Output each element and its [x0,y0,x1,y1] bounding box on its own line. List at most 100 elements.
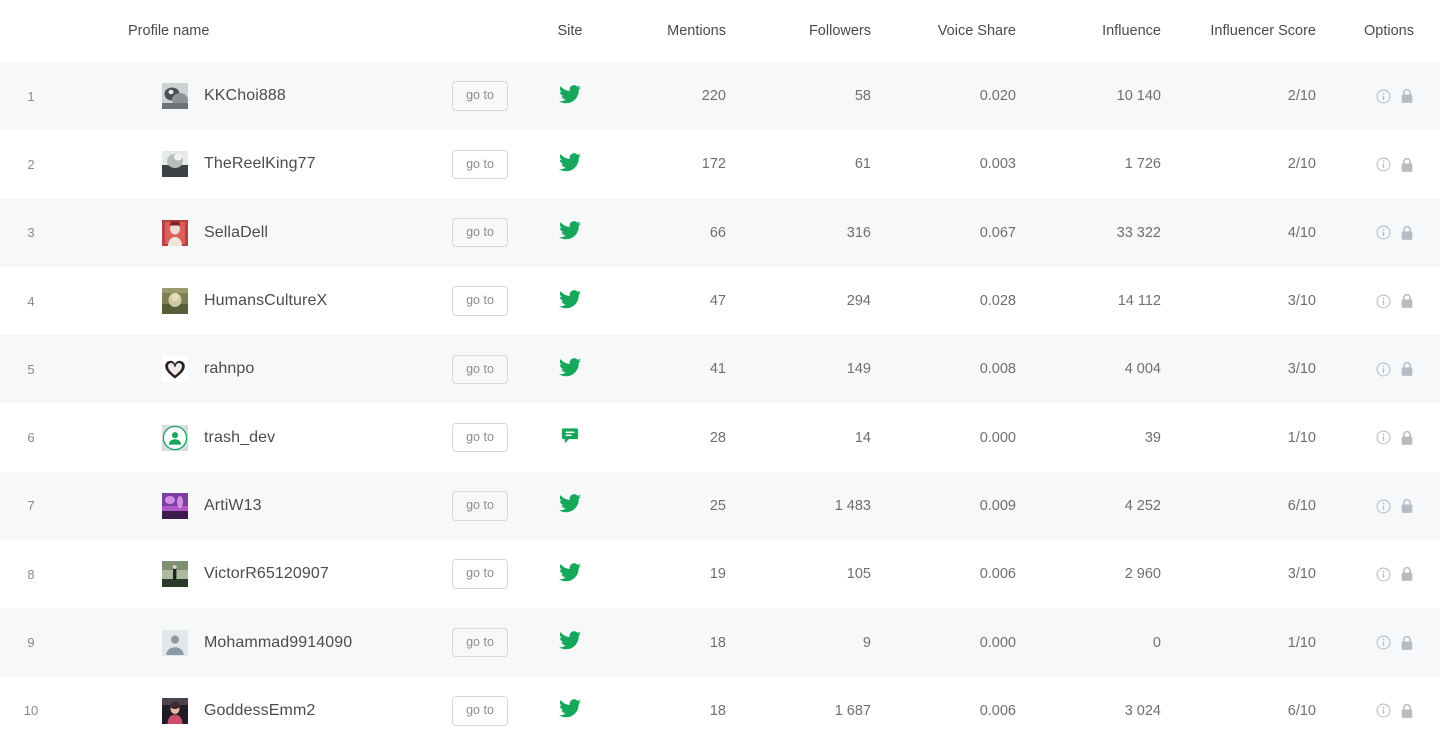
lock-icon[interactable] [1400,635,1414,651]
lock-icon[interactable] [1400,88,1414,104]
info-icon[interactable] [1376,499,1391,514]
table-row[interactable]: 4 HumansCultureX go to 47 294 0.028 14 112 3/10 [0,266,1440,336]
column-header-profile[interactable]: Profile name [62,0,430,62]
go-to-button[interactable]: go to [452,149,508,180]
column-header-site[interactable]: Site [530,0,620,62]
table-row[interactable]: 1 KKChoi888 go to 220 58 0.020 10 140 2/10 [0,62,1440,131]
avatar [162,83,188,110]
influencer-score-value: 1/10 [1287,429,1316,446]
info-icon[interactable] [1376,430,1391,445]
options-cell [1340,677,1440,745]
twitter-icon [559,494,581,513]
profile-name[interactable]: VictorR65120907 [204,565,329,583]
go-to-button[interactable]: go to [452,217,508,248]
goto-cell: go to [430,267,530,335]
site-cell [530,267,620,335]
goto-cell: go to [430,677,530,745]
go-to-button[interactable]: go to [452,286,508,316]
lock-icon[interactable] [1400,157,1414,173]
profile-name[interactable]: GoddessEmm2 [204,702,315,720]
influencers-table: Profile name Site Mentions Followers Voi… [0,0,1440,745]
profile-cell[interactable]: GoddessEmm2 [62,677,430,745]
lock-icon[interactable] [1400,361,1414,377]
goto-cell: go to [430,335,530,403]
profile-cell[interactable]: rahnpo [62,335,430,403]
column-header-influence[interactable]: Influence [1040,0,1185,62]
options-cell [1340,199,1440,267]
profile-cell[interactable]: ArtiW13 [62,472,430,540]
lock-icon[interactable] [1400,703,1414,719]
twitter-icon [559,84,581,104]
table-row[interactable]: 10 GoddessEmm2 go to 18 1 687 0.006 3 024 6/10 [0,676,1440,745]
table-body: 1 KKChoi888 go to 220 58 0.020 10 140 2/10 2 TheR… [0,62,1440,745]
twitter-icon [559,153,581,172]
lock-icon[interactable] [1400,430,1414,446]
table-row[interactable]: 5 rahnpo go to 41 149 0.008 4 004 3/10 [0,335,1440,404]
profile-name[interactable]: trash_dev [204,429,275,447]
row-rank: 7 [27,498,35,514]
info-icon[interactable] [1376,703,1391,718]
lock-icon[interactable] [1400,498,1414,514]
mentions-value: 47 [709,293,726,310]
row-rank: 9 [27,635,35,651]
column-header-followers[interactable]: Followers [750,0,895,62]
table-row[interactable]: 6 trash_dev go to 28 14 0.000 39 1/10 [0,403,1440,472]
go-to-button[interactable]: go to [452,696,508,726]
influencer-score-value: 1/10 [1287,634,1316,651]
profile-name[interactable]: KKChoi888 [204,87,286,105]
options-cell [1340,608,1440,676]
voice-share-value: 0.000 [979,634,1016,651]
profile-name[interactable]: HumansCultureX [204,292,327,310]
profile-name[interactable]: ArtiW13 [204,497,262,515]
profile-cell[interactable]: VictorR65120907 [62,540,430,608]
twitter-icon [559,562,581,582]
lock-icon[interactable] [1400,566,1414,582]
info-icon[interactable] [1376,294,1391,309]
table-row[interactable]: 7 ArtiW13 go to 25 1 483 0.009 4 252 6/10 [0,471,1440,541]
profile-name[interactable]: Mohammad9914090 [204,634,352,652]
lock-icon[interactable] [1400,225,1414,241]
info-icon[interactable] [1376,635,1391,650]
mentions-value: 18 [709,634,726,651]
profile-name[interactable]: SellaDell [204,224,268,242]
table-row[interactable]: 9 Mohammad9914090 go to 18 9 0.000 0 1/10 [0,608,1440,677]
profile-cell[interactable]: SellaDell [62,199,430,267]
influence-value: 4 252 [1124,497,1161,514]
go-to-button[interactable]: go to [452,491,508,521]
profile-name[interactable]: rahnpo [204,360,254,378]
influencer-score-value: 3/10 [1287,293,1316,310]
column-header-options: Options [1340,0,1440,62]
table-row[interactable]: 3 SellaDell go to 66 316 0.067 33 322 4/10 [0,198,1440,267]
info-icon[interactable] [1376,567,1391,582]
info-icon[interactable] [1376,157,1391,172]
influencer-score-value: 2/10 [1287,156,1316,173]
goto-cell: go to [430,540,530,608]
column-header-mentions[interactable]: Mentions [620,0,750,62]
site-cell [530,199,620,267]
info-icon[interactable] [1376,225,1391,240]
profile-cell[interactable]: HumansCultureX [62,267,430,335]
go-to-button[interactable]: go to [452,354,508,385]
mentions-value: 41 [709,361,726,378]
site-cell [530,540,620,608]
profile-cell[interactable]: TheReelKing77 [62,130,430,198]
options-cell [1340,267,1440,335]
lock-icon[interactable] [1400,293,1414,309]
info-icon[interactable] [1376,89,1391,104]
go-to-button[interactable]: go to [452,422,508,453]
column-header-influencer-score[interactable]: Influencer Score [1185,0,1340,62]
forum-icon [561,427,579,445]
options-cell [1340,403,1440,471]
profile-cell[interactable]: KKChoi888 [62,62,430,130]
go-to-button[interactable]: go to [452,559,508,589]
profile-cell[interactable]: Mohammad9914090 [62,608,430,676]
table-row[interactable]: 2 TheReelKing77 go to 172 61 0.003 1 726 2/10 [0,130,1440,199]
profile-cell[interactable]: trash_dev [62,403,430,471]
go-to-button[interactable]: go to [452,627,508,658]
go-to-button[interactable]: go to [452,81,508,111]
column-header-voice-share[interactable]: Voice Share [895,0,1040,62]
table-row[interactable]: 8 VictorR65120907 go to 19 105 0.006 2 960 3/10 [0,540,1440,609]
profile-name[interactable]: TheReelKing77 [204,155,316,173]
avatar [162,424,188,451]
info-icon[interactable] [1376,362,1391,377]
